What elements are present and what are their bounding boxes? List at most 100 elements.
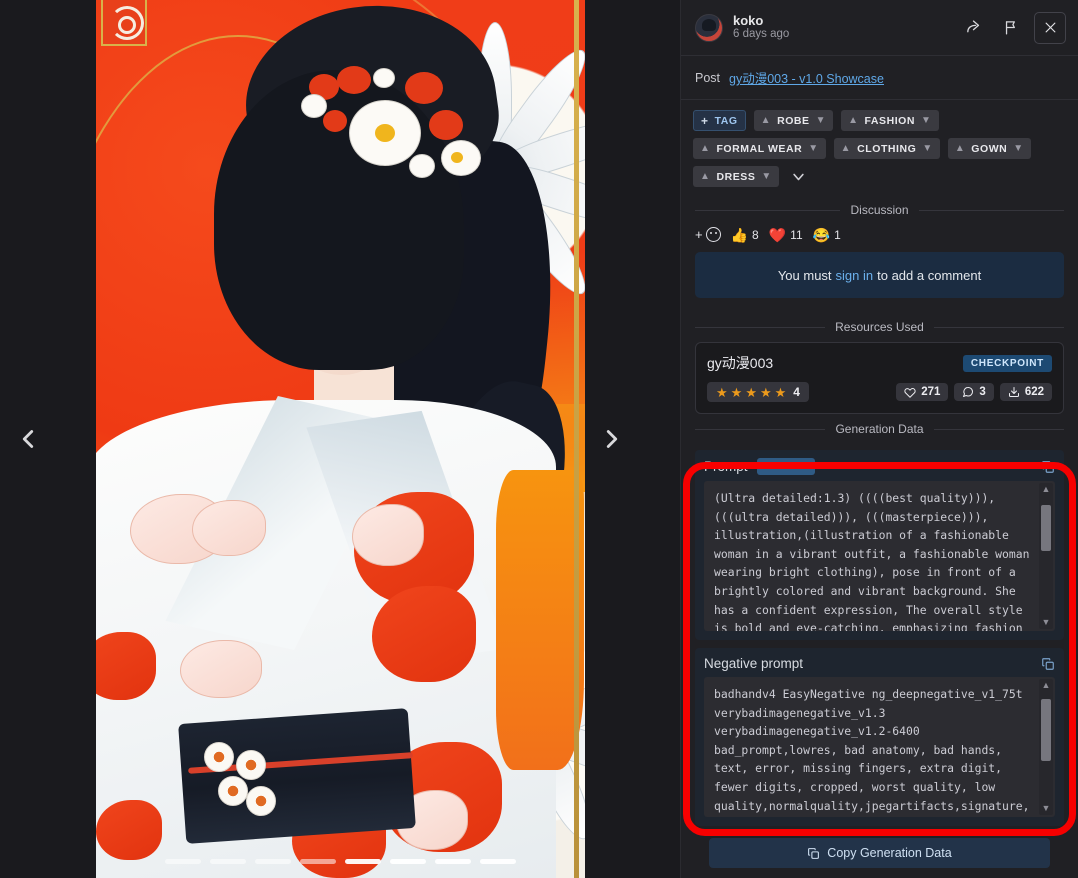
upvote-icon[interactable]: ▲ — [841, 143, 851, 154]
generation-inner: Prompt TXT2IMG (Ultra detailed:1.3) ((((… — [681, 450, 1078, 868]
comments-stat[interactable]: 3 — [954, 383, 994, 401]
obi-sash — [178, 708, 416, 844]
upvote-icon[interactable]: ▲ — [955, 143, 965, 154]
likes-stat[interactable]: 271 — [896, 383, 949, 401]
next-image-button[interactable] — [584, 411, 640, 467]
add-reaction-button[interactable]: + — [695, 227, 721, 242]
scroll-up-icon[interactable]: ▲ — [1042, 483, 1051, 496]
copy-generation-data-button[interactable]: Copy Generation Data — [709, 838, 1050, 868]
negative-prompt-title: Negative prompt — [704, 656, 804, 671]
rating-stars[interactable]: ★ ★ ★ ★ ★ 4 — [707, 382, 809, 402]
negative-prompt-text: badhandv4 EasyNegative ng_deepnegative_v… — [714, 687, 1030, 813]
downloads-count: 622 — [1024, 386, 1044, 398]
signin-prompt: You must sign in to add a comment — [695, 252, 1064, 298]
artwork-image[interactable] — [96, 0, 585, 878]
discussion-divider: Discussion — [681, 197, 1078, 223]
carousel-dot[interactable] — [390, 859, 426, 864]
reaction-thumbsup[interactable]: 👍 8 — [731, 228, 759, 242]
hair-flowers — [301, 66, 496, 201]
image-detail-modal: koko 6 days ago Post gy动漫003 - v1.0 Show… — [0, 0, 1078, 878]
post-row: Post gy动漫003 - v1.0 Showcase — [681, 56, 1078, 100]
upvote-icon[interactable]: ▲ — [700, 171, 710, 182]
prompt-header: Prompt TXT2IMG — [704, 458, 1055, 475]
negative-prompt-block: Negative prompt badhandv4 EasyNegative n… — [695, 648, 1064, 826]
reaction-heart[interactable]: ❤️ 11 — [769, 228, 803, 242]
downloads-stat[interactable]: 622 — [999, 383, 1052, 401]
carousel-dot[interactable] — [165, 859, 201, 864]
resource-type-badge: CHECKPOINT — [962, 354, 1052, 372]
scrollbar-thumb[interactable] — [1041, 505, 1051, 551]
comment-icon — [963, 387, 974, 397]
downvote-icon[interactable]: ▼ — [921, 115, 931, 126]
resource-name[interactable]: gy动漫003 — [707, 353, 773, 373]
upvote-icon[interactable]: ▲ — [700, 143, 710, 154]
reaction-laugh[interactable]: 😂 1 — [813, 228, 841, 242]
avatar[interactable] — [695, 13, 723, 42]
carousel-dot[interactable] — [345, 859, 381, 864]
negative-prompt-textarea[interactable]: badhandv4 EasyNegative ng_deepnegative_v… — [704, 677, 1055, 817]
discussion-label: Discussion — [850, 203, 909, 217]
tag-list: + TAG ▲ ROBE ▼ ▲ FASHION ▼ ▲ FORMAL WEAR… — [681, 100, 1078, 195]
upvote-icon[interactable]: ▲ — [761, 115, 771, 126]
reaction-count: 11 — [790, 227, 803, 242]
prompt-title: Prompt — [704, 459, 748, 474]
tag-fashion[interactable]: ▲ FASHION ▼ — [841, 110, 939, 131]
chevron-right-icon — [606, 430, 618, 448]
reaction-count: 8 — [752, 227, 759, 242]
carousel-dot[interactable] — [255, 859, 291, 864]
heart-outline-icon — [904, 388, 916, 398]
downvote-icon[interactable]: ▼ — [808, 143, 818, 154]
txt2img-badge: TXT2IMG — [756, 458, 815, 475]
close-icon — [1045, 22, 1055, 33]
report-button[interactable] — [996, 13, 1026, 43]
downvote-icon[interactable]: ▼ — [761, 171, 771, 182]
downvote-icon[interactable]: ▼ — [1013, 143, 1023, 154]
previous-image-button[interactable] — [0, 411, 56, 467]
share-icon — [966, 20, 979, 33]
upvote-icon[interactable]: ▲ — [848, 115, 858, 126]
resource-card[interactable]: gy动漫003 CHECKPOINT ★ ★ ★ ★ ★ 4 271 3 622 — [695, 342, 1064, 414]
prompt-scrollbar[interactable]: ▲ ▼ — [1039, 483, 1053, 629]
downvote-icon[interactable]: ▼ — [816, 115, 826, 126]
negative-prompt-scrollbar[interactable]: ▲ ▼ — [1039, 679, 1053, 815]
add-tag-button[interactable]: + TAG — [693, 110, 746, 131]
likes-count: 271 — [921, 386, 941, 398]
scroll-up-icon[interactable]: ▲ — [1042, 679, 1051, 692]
copy-prompt-button[interactable] — [1041, 460, 1055, 474]
tag-dress[interactable]: ▲ DRESS ▼ — [693, 166, 779, 187]
signin-link[interactable]: sign in — [836, 268, 874, 283]
chevron-left-icon — [22, 430, 34, 448]
carousel-dot[interactable] — [300, 859, 336, 864]
plus-icon: + — [695, 227, 703, 242]
star-icon: ★ — [716, 384, 728, 400]
tag-gown[interactable]: ▲ GOWN ▼ — [947, 138, 1031, 159]
copy-icon — [1042, 657, 1054, 670]
carousel-indicator[interactable] — [96, 859, 585, 864]
scroll-down-icon[interactable]: ▼ — [1042, 616, 1051, 629]
tag-label: FASHION — [864, 114, 916, 127]
carousel-dot[interactable] — [480, 859, 516, 864]
signin-prefix: You must — [777, 267, 832, 283]
download-icon — [1008, 387, 1019, 397]
prompt-textarea[interactable]: (Ultra detailed:1.3) ((((best quality)))… — [704, 481, 1055, 631]
scrollbar-thumb[interactable] — [1041, 699, 1051, 761]
tag-formal-wear[interactable]: ▲ FORMAL WEAR ▼ — [693, 138, 826, 159]
show-more-tags-button[interactable] — [787, 172, 810, 182]
close-button[interactable] — [1034, 11, 1066, 44]
heart-icon: ❤️ — [768, 226, 787, 243]
copy-negative-prompt-button[interactable] — [1041, 657, 1055, 671]
star-icon: ★ — [759, 384, 772, 400]
carousel-dot[interactable] — [210, 859, 246, 864]
share-button[interactable] — [958, 13, 988, 43]
generation-divider: Generation Data — [681, 416, 1078, 442]
resources-label: Resources Used — [835, 320, 924, 334]
tag-label: ROBE — [777, 114, 810, 127]
carousel-dot[interactable] — [435, 859, 471, 864]
tag-robe[interactable]: ▲ ROBE ▼ — [753, 110, 834, 131]
panel-header: koko 6 days ago — [681, 0, 1078, 56]
tag-clothing[interactable]: ▲ CLOTHING ▼ — [833, 138, 940, 159]
downvote-icon[interactable]: ▼ — [922, 143, 932, 154]
scroll-down-icon[interactable]: ▼ — [1042, 802, 1051, 815]
post-link[interactable]: gy动漫003 - v1.0 Showcase — [729, 68, 884, 87]
user-name[interactable]: koko — [733, 13, 948, 29]
